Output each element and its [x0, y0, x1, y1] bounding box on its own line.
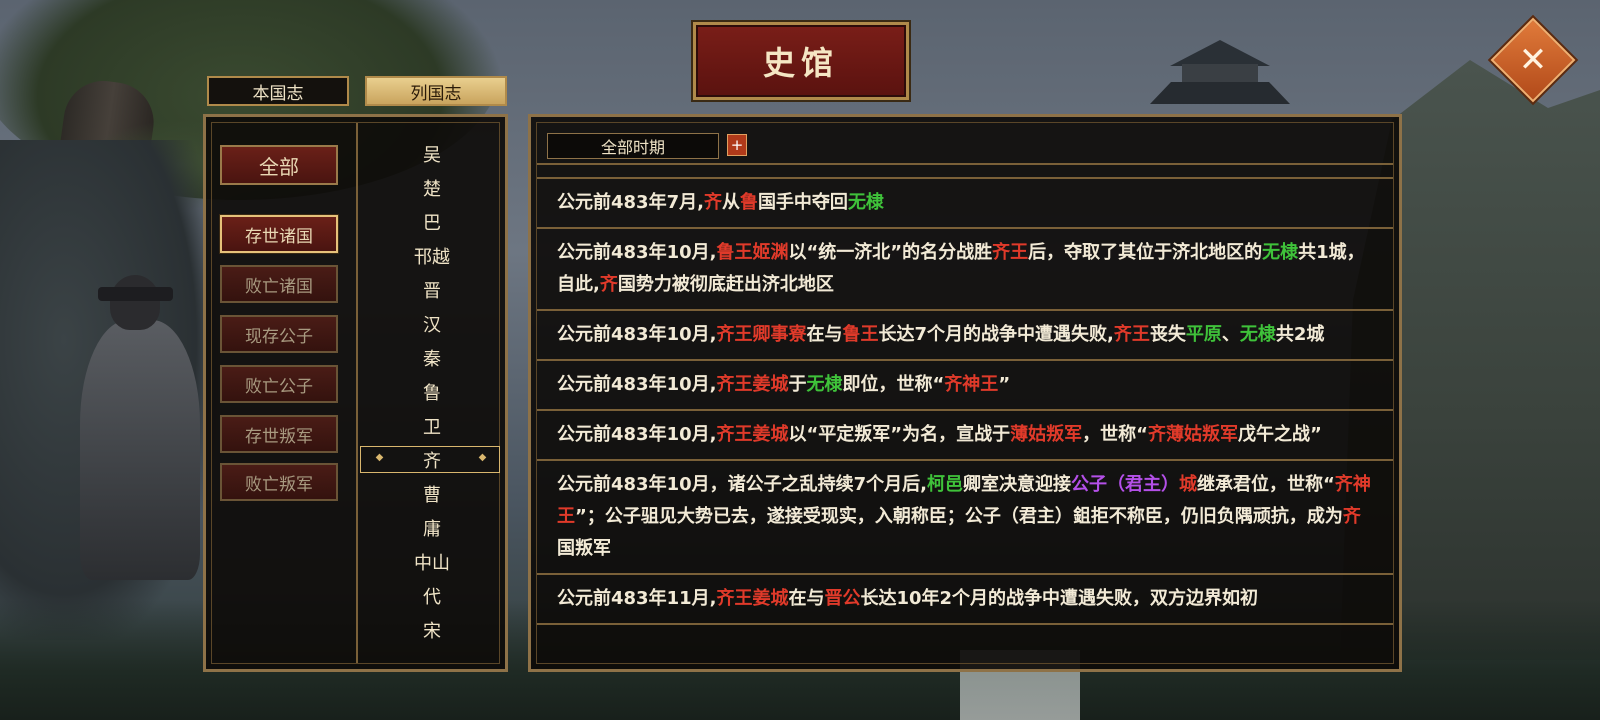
category-button[interactable]: 现存公子	[220, 315, 338, 353]
country-item[interactable]: 汉	[358, 307, 506, 341]
category-button[interactable]: 败亡公子	[220, 365, 338, 403]
pagoda	[1150, 30, 1290, 120]
country-item[interactable]: 鲁	[358, 375, 506, 409]
period-filter[interactable]: 全部时期	[547, 133, 719, 159]
country-item[interactable]: 齐	[358, 443, 506, 477]
divider	[537, 163, 1393, 165]
history-entry: 公元前483年10月，诸公子之乱持续7个月后,柯邑卿室决意迎接公子（君主）城继承…	[537, 461, 1393, 575]
country-list: 吴楚巴邗越晋汉秦鲁卫齐曹庸中山代宋	[358, 137, 506, 647]
title-banner: 史馆	[693, 22, 909, 100]
character-figure	[80, 275, 200, 580]
country-item[interactable]: 晋	[358, 273, 506, 307]
country-item[interactable]: 巴	[358, 205, 506, 239]
country-item[interactable]: 曹	[358, 477, 506, 511]
tab-native-annals[interactable]: 本国志	[207, 76, 349, 106]
add-filter-button[interactable]: +	[727, 134, 747, 156]
category-button[interactable]: 存世叛军	[220, 415, 338, 453]
history-entry: 公元前483年10月,鲁王姬渊以“统一济北”的名分战胜齐王后，夺取了其位于济北地…	[537, 229, 1393, 311]
history-panel: 全部时期 + 公元前483年7月,齐从鲁国手中夺回无棣 公元前483年10月,鲁王…	[528, 114, 1402, 672]
country-item[interactable]: 邗越	[358, 239, 506, 273]
tab-states-annals[interactable]: 列国志	[365, 76, 507, 106]
country-item[interactable]: 吴	[358, 137, 506, 171]
history-entry: 公元前483年11月,齐王姜城在与晋公长达10年2个月的战争中遭遇失败，双方边界…	[537, 575, 1393, 625]
history-entry: 公元前483年10月,齐王卿事寮在与鲁王长达7个月的战争中遭遇失败,齐王丧失平原…	[537, 311, 1393, 361]
country-item[interactable]: 中山	[358, 545, 506, 579]
history-entry: 公元前483年10月,齐王姜城于无棣即位，世称“齐神王”	[537, 361, 1393, 411]
category-button[interactable]: 败亡叛军	[220, 463, 338, 501]
country-item[interactable]: 楚	[358, 171, 506, 205]
history-entry: 公元前483年7月,齐从鲁国手中夺回无棣	[537, 177, 1393, 229]
close-icon: ✕	[1518, 40, 1548, 80]
left-panel: 全部存世诸国败亡诸国现存公子败亡公子存世叛军败亡叛军 吴楚巴邗越晋汉秦鲁卫齐曹庸…	[203, 114, 508, 672]
history-entry: 公元前483年10月,齐王姜城以“平定叛军”为名，宣战于薄姑叛军，世称“齐薄姑叛…	[537, 411, 1393, 461]
category-button[interactable]: 全部	[220, 145, 338, 185]
country-item[interactable]: 卫	[358, 409, 506, 443]
country-item[interactable]: 庸	[358, 511, 506, 545]
country-item[interactable]: 代	[358, 579, 506, 613]
page-title: 史馆	[762, 44, 839, 82]
category-button[interactable]: 败亡诸国	[220, 265, 338, 303]
country-item[interactable]: 宋	[358, 613, 506, 647]
history-entries: 公元前483年7月,齐从鲁国手中夺回无棣 公元前483年10月,鲁王姬渊以“统一济…	[537, 177, 1393, 625]
category-button[interactable]: 存世诸国	[220, 215, 338, 253]
country-item[interactable]: 秦	[358, 341, 506, 375]
